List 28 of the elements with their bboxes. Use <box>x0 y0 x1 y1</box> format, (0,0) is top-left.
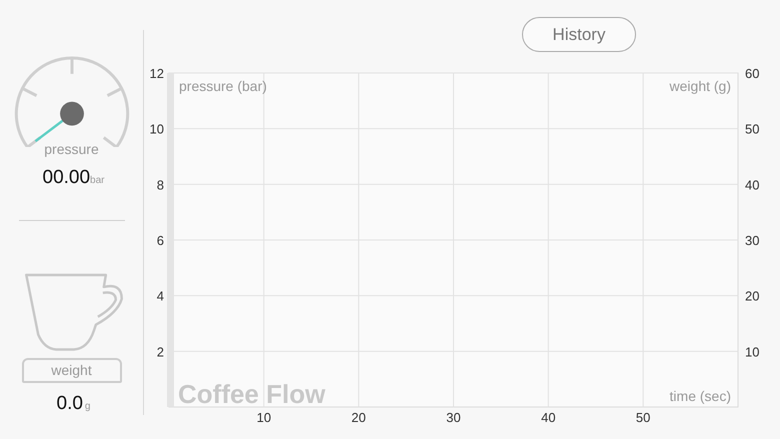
tick-label: 50 <box>745 122 760 137</box>
tick-label: 60 <box>745 66 760 81</box>
weight-label: weight <box>22 358 122 383</box>
tick-label: 30 <box>745 233 760 248</box>
pressure-value: 00.00 <box>42 167 90 190</box>
tick-label: 10 <box>256 410 272 425</box>
tick-label: 50 <box>636 410 650 425</box>
tick-label: 20 <box>351 410 366 425</box>
tick-label: 10 <box>745 344 760 360</box>
history-button[interactable]: History <box>522 17 636 52</box>
gauge-label: pressure <box>44 141 99 158</box>
tick-label: 40 <box>745 177 760 192</box>
axis-label: weight (g) <box>670 78 731 94</box>
tick-label: 6 <box>156 233 164 248</box>
tick-label: 8 <box>156 177 164 192</box>
tick-label: 2 <box>156 344 164 360</box>
tick-label: 30 <box>446 410 461 425</box>
weight-unit: g <box>84 401 90 412</box>
tick-label: 40 <box>541 410 556 425</box>
tick-label: 12 <box>150 66 164 81</box>
tick-label: 4 <box>156 288 164 304</box>
tick-label: 10 <box>150 122 164 137</box>
pressure-unit: bar <box>90 175 104 186</box>
axis-label: time (sec) <box>670 388 731 404</box>
axis-label: pressure (bar) <box>179 78 267 94</box>
weight-value: 0.0 <box>56 393 83 415</box>
tick-label: 20 <box>745 288 760 304</box>
needle-hub <box>60 102 84 126</box>
